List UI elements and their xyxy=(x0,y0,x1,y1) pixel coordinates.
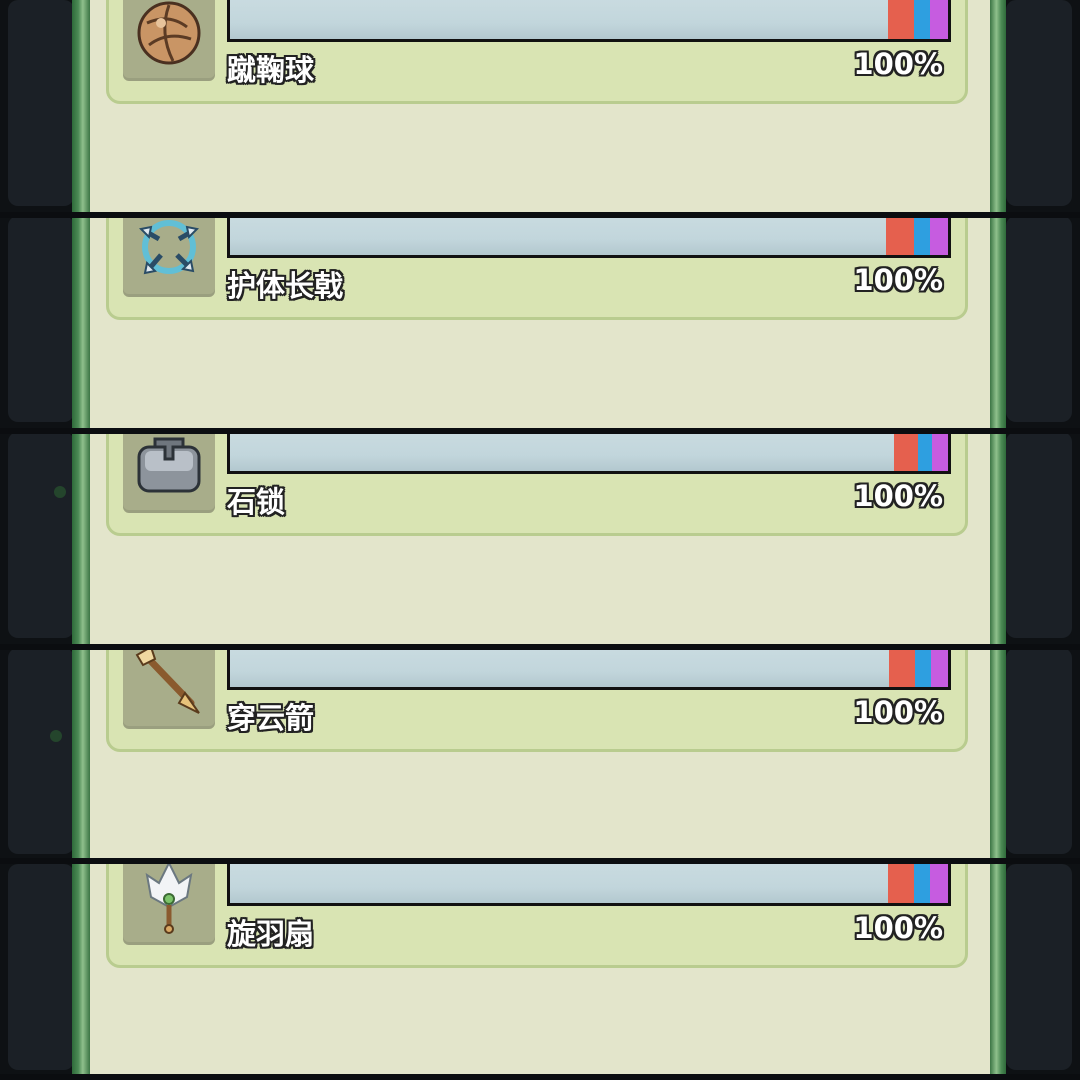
divider xyxy=(0,858,1080,864)
item-name: 护体长戟 xyxy=(227,269,344,303)
bar-segment-red xyxy=(889,648,915,687)
stone-lock-icon xyxy=(137,437,201,493)
bar-segment-purple xyxy=(930,864,948,903)
progress-bar xyxy=(227,216,951,258)
item-card[interactable]: 穿云箭 100% xyxy=(106,648,968,752)
bar-segment-red xyxy=(888,864,914,903)
divider xyxy=(0,1074,1080,1080)
item-icon-frame xyxy=(123,0,215,81)
divider xyxy=(0,644,1080,650)
divider xyxy=(0,212,1080,218)
item-icon-frame xyxy=(123,648,215,729)
item-percent: 100% xyxy=(853,263,943,297)
item-name: 蹴鞠球 xyxy=(227,53,315,87)
leather-ball-icon xyxy=(137,1,201,65)
divider xyxy=(0,428,1080,434)
bar-segment-purple xyxy=(930,0,948,39)
bar-segment-blue xyxy=(915,648,931,687)
progress-bar xyxy=(227,648,951,690)
item-icon-frame xyxy=(123,216,215,297)
item-row: 穿云箭 100% xyxy=(0,648,1080,862)
item-row: 石锁 100% xyxy=(0,432,1080,646)
item-card[interactable]: 石锁 100% xyxy=(106,432,968,536)
item-card[interactable]: 蹴鞠球 100% xyxy=(106,0,968,104)
item-icon-frame xyxy=(123,864,215,945)
feather-fan-icon xyxy=(145,864,193,934)
bar-segment-purple xyxy=(931,648,948,687)
bar-segment-red xyxy=(886,216,914,255)
item-percent: 100% xyxy=(853,47,943,81)
item-card[interactable]: 护体长戟 100% xyxy=(106,216,968,320)
bar-segment-blue xyxy=(914,864,930,903)
bar-segment-purple xyxy=(930,216,948,255)
item-card[interactable]: 旋羽扇 100% xyxy=(106,864,968,968)
bar-segment-blue xyxy=(918,432,932,471)
item-icon-frame xyxy=(123,432,215,513)
bar-segment-red xyxy=(894,432,918,471)
item-row: 旋羽扇 100% xyxy=(0,864,1080,1078)
item-percent: 100% xyxy=(853,911,943,945)
arrow-icon xyxy=(135,648,200,714)
progress-bar xyxy=(227,432,951,474)
bar-segment-red xyxy=(888,0,914,39)
item-percent: 100% xyxy=(853,695,943,729)
bar-segment-blue xyxy=(914,216,930,255)
item-name: 穿云箭 xyxy=(227,701,315,735)
item-name: 石锁 xyxy=(227,485,286,519)
item-name: 旋羽扇 xyxy=(227,917,315,951)
spinning-halberd-icon xyxy=(138,220,200,275)
item-row: 蹴鞠球 100% xyxy=(0,0,1080,214)
item-row: 护体长戟 100% xyxy=(0,216,1080,430)
bar-segment-purple xyxy=(932,432,948,471)
progress-bar xyxy=(227,864,951,906)
bar-segment-blue xyxy=(914,0,930,39)
item-percent: 100% xyxy=(853,479,943,513)
progress-bar xyxy=(227,0,951,42)
